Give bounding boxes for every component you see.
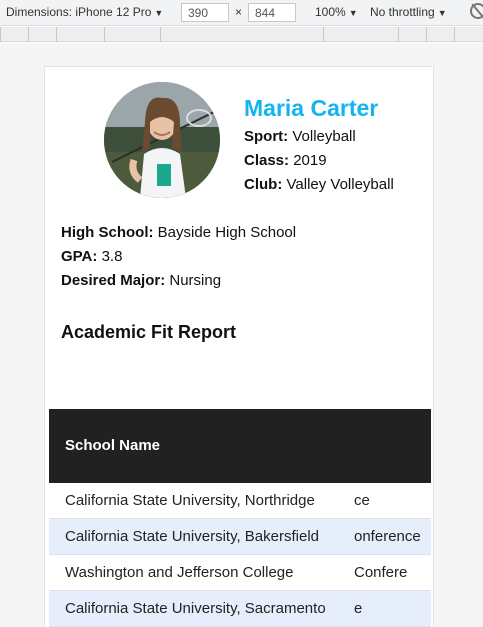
device-toolbar: Dimensions: iPhone 12 Pro ▼ 390 × 844 100… [0, 0, 483, 26]
chevron-down-icon: ▼ [437, 8, 447, 18]
sport-line: Sport: Volleyball [244, 128, 356, 145]
width-input[interactable]: 390 [181, 3, 229, 22]
media-query-bar[interactable] [0, 27, 483, 42]
high-school-line: High School: Bayside High School [61, 224, 296, 241]
avatar [104, 82, 220, 198]
conference-cell: onference [354, 528, 431, 545]
club-line: Club: Valley Volleyball [244, 176, 394, 193]
height-input[interactable]: 844 [248, 3, 296, 22]
club-label: Club: [244, 176, 283, 193]
rotate-icon[interactable] [470, 3, 483, 19]
table-row[interactable]: California State University, Sacramento … [49, 591, 431, 627]
gpa-label: GPA: [61, 248, 98, 265]
zoom-label: 100% [315, 5, 346, 19]
conference-cell: Confere [354, 564, 431, 581]
gpa-line: GPA: 3.8 [61, 248, 122, 265]
major-label: Desired Major: [61, 272, 166, 289]
chevron-down-icon: ▼ [154, 8, 164, 18]
table-row[interactable]: Washington and Jefferson College Confere [49, 555, 431, 591]
media-query-segment[interactable] [426, 27, 454, 42]
high-school-label: High School: [61, 224, 154, 241]
class-line: Class: 2019 [244, 152, 327, 169]
conference-cell: ce [354, 492, 431, 509]
conference-cell: e [354, 600, 431, 617]
table-header: School Name [49, 409, 431, 483]
high-school-value: Bayside High School [157, 224, 297, 241]
gpa-value: 3.8 [101, 248, 123, 265]
throttle-label: No throttling [370, 5, 435, 19]
times-sign: × [235, 5, 243, 19]
media-query-segment[interactable] [398, 27, 426, 42]
class-label: Class: [244, 152, 290, 169]
conference-text: ce [354, 492, 370, 509]
device-screen: Maria Carter Sport: Volleyball Class: 20… [44, 66, 434, 627]
athlete-photo [104, 82, 220, 198]
media-query-segment[interactable] [323, 27, 379, 42]
media-query-segment[interactable] [0, 27, 28, 42]
sport-value: Volleyball [292, 128, 356, 145]
school-name-cell: California State University, Sacramento [65, 600, 326, 617]
sport-label: Sport: [244, 128, 289, 145]
device-select[interactable]: Dimensions: iPhone 12 Pro ▼ [6, 5, 163, 19]
conference-text: Confere [354, 564, 408, 581]
media-query-segment[interactable] [160, 27, 323, 42]
media-query-segment[interactable] [454, 27, 483, 42]
conference-text: e [354, 600, 363, 617]
chevron-down-icon: ▼ [348, 8, 358, 18]
media-query-segment[interactable] [28, 27, 56, 42]
school-name-cell: Washington and Jefferson College [65, 564, 294, 581]
zoom-select[interactable]: 100% ▼ [315, 5, 358, 19]
report-title: Academic Fit Report [61, 322, 237, 342]
school-name-cell: California State University, Bakersfield [65, 528, 319, 545]
throttle-select[interactable]: No throttling ▼ [370, 5, 447, 19]
media-query-segment[interactable] [56, 27, 104, 42]
major-line: Desired Major: Nursing [61, 272, 221, 289]
conference-text: onference [354, 528, 421, 545]
table-row[interactable]: California State University, Bakersfield… [49, 519, 431, 555]
academic-fit-table: School Name California State University,… [49, 409, 431, 627]
school-name-header[interactable]: School Name [65, 437, 160, 454]
club-value: Valley Volleyball [286, 176, 394, 193]
device-label: Dimensions: iPhone 12 Pro [6, 5, 152, 19]
class-value: 2019 [293, 152, 327, 169]
table-row[interactable]: California State University, Northridge … [49, 483, 431, 519]
school-name-cell: California State University, Northridge [65, 492, 315, 509]
major-value: Nursing [169, 272, 222, 289]
athlete-name: Maria Carter [244, 95, 379, 121]
media-query-segment[interactable] [104, 27, 160, 42]
